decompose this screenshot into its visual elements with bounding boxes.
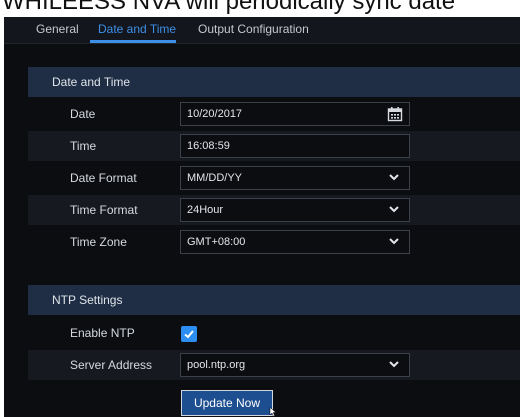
enable-ntp-row: Enable NTP xyxy=(28,318,520,348)
date-format-label: Date Format xyxy=(70,171,137,185)
enable-ntp-checkbox[interactable] xyxy=(181,326,197,342)
time-label: Time xyxy=(70,139,97,153)
time-zone-value: GMT+08:00 xyxy=(187,236,246,248)
server-address-select[interactable]: pool.ntp.org xyxy=(180,353,410,377)
active-tab-indicator xyxy=(90,40,176,43)
time-format-value: 24Hour xyxy=(187,204,224,216)
tab-general[interactable]: General xyxy=(36,17,79,43)
server-address-row: Server Address pool.ntp.org xyxy=(28,350,520,380)
server-address-value: pool.ntp.org xyxy=(187,359,246,371)
chevron-down-icon xyxy=(389,174,399,181)
update-now-button[interactable]: Update Now xyxy=(181,390,273,416)
time-format-label: Time Format xyxy=(70,203,138,217)
chevron-down-icon xyxy=(389,206,399,213)
date-time-section-header: Date and Time xyxy=(28,67,520,97)
date-format-select[interactable]: MM/DD/YY xyxy=(180,166,410,190)
chevron-down-icon xyxy=(389,361,399,368)
date-format-row: Date Format MM/DD/YY xyxy=(28,163,520,193)
background-caption: WHILEESS NVA will periodically sync date xyxy=(2,0,456,15)
time-format-row: Time Format 24Hour xyxy=(28,195,520,225)
date-value: 10/20/2017 xyxy=(187,108,243,120)
chevron-down-icon xyxy=(389,238,399,245)
server-address-label: Server Address xyxy=(70,358,153,372)
settings-panel: General Date and Time Output Configurati… xyxy=(4,17,520,417)
date-format-value: MM/DD/YY xyxy=(187,172,242,184)
enable-ntp-label: Enable NTP xyxy=(70,326,135,340)
time-field[interactable]: 16:08:59 xyxy=(180,134,410,158)
time-format-select[interactable]: 24Hour xyxy=(180,198,410,222)
mouse-pointer-icon xyxy=(269,407,277,417)
time-zone-label: Time Zone xyxy=(70,235,127,249)
date-row: Date 10/20/2017 xyxy=(28,99,520,129)
time-value: 16:08:59 xyxy=(187,140,230,152)
time-zone-row: Time Zone GMT+08:00 xyxy=(28,227,520,257)
date-label: Date xyxy=(70,107,96,121)
checkmark-icon xyxy=(184,330,194,339)
tab-bar: General Date and Time Output Configurati… xyxy=(4,17,520,44)
time-zone-select[interactable]: GMT+08:00 xyxy=(180,230,410,254)
date-field[interactable]: 10/20/2017 xyxy=(180,102,410,126)
time-row: Time 16:08:59 xyxy=(28,131,520,161)
ntp-section-header: NTP Settings xyxy=(28,285,520,315)
calendar-icon[interactable] xyxy=(387,106,403,122)
tab-output-configuration[interactable]: Output Configuration xyxy=(198,17,309,43)
